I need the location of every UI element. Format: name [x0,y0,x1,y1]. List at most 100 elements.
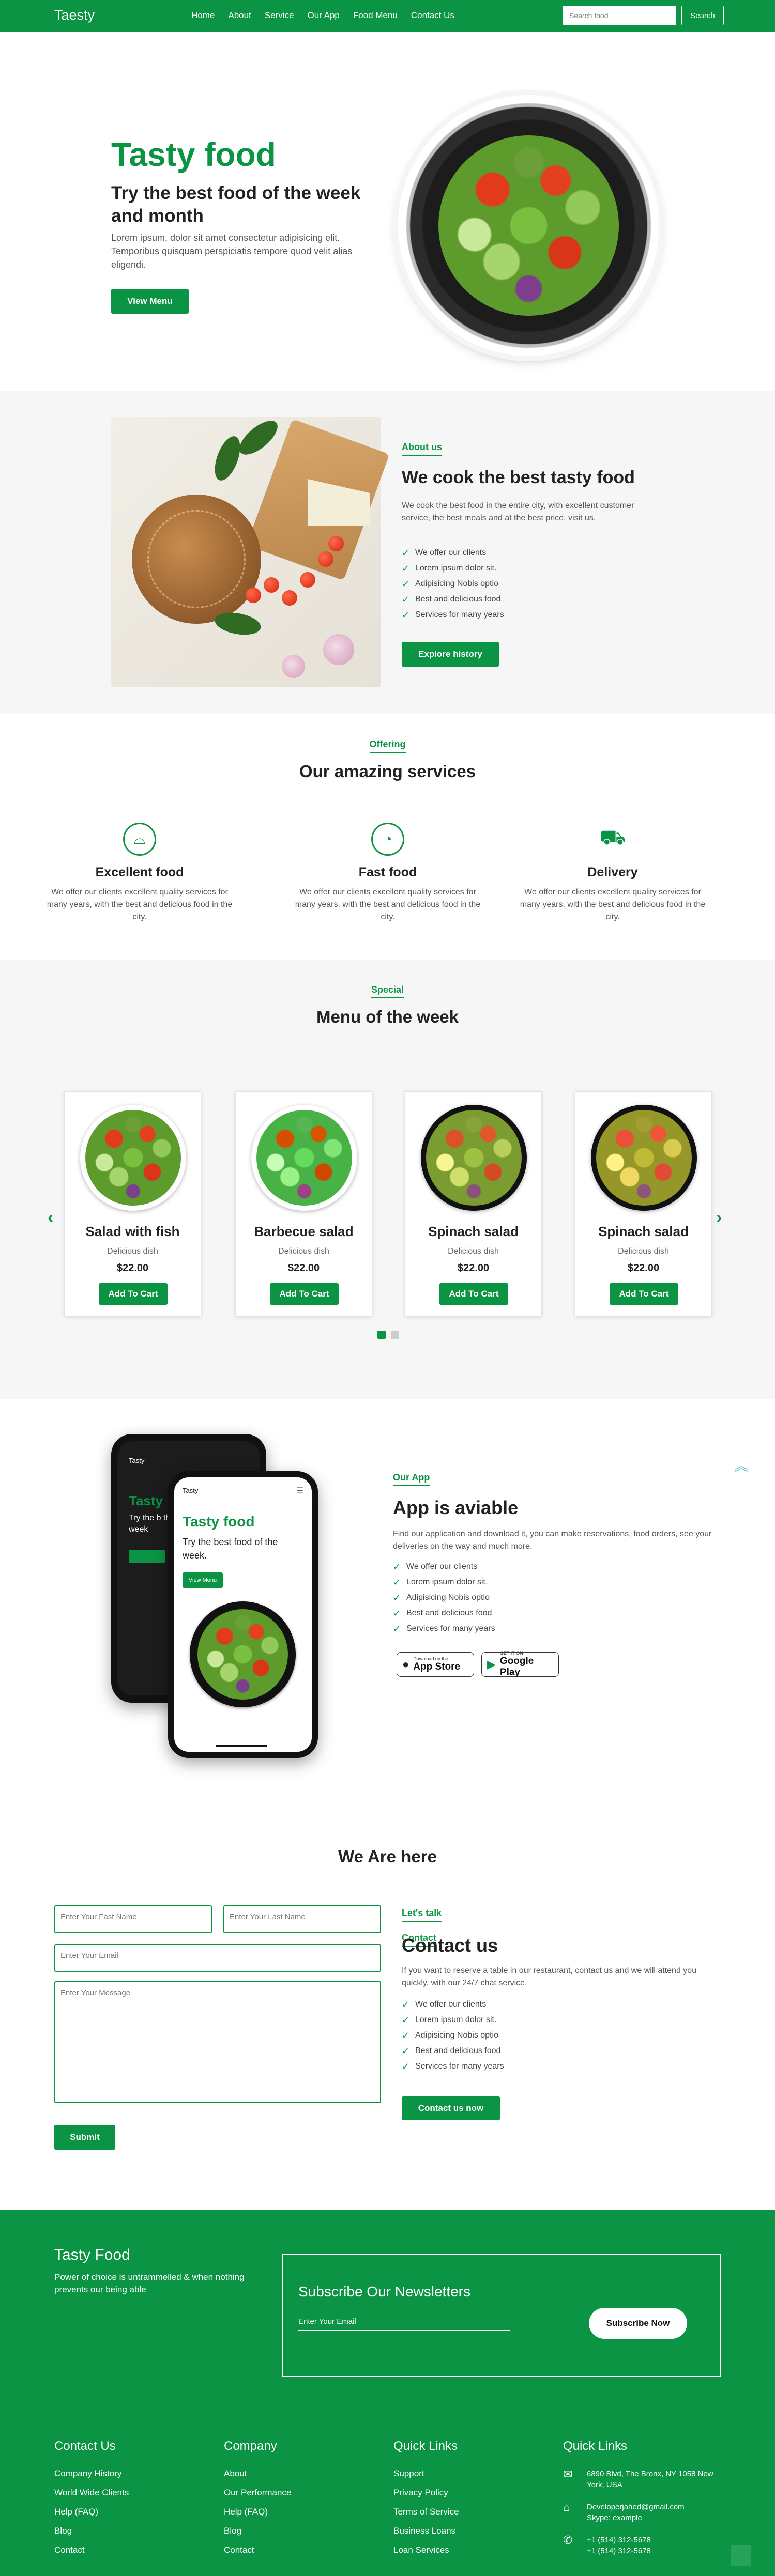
contact-section: Contact We Are here Enter Your Fast Name… [0,1799,775,2210]
scroll-top-button[interactable]: ⇧ [731,2545,751,2566]
app-title: App is aviable [393,1497,519,1518]
footer-col-title: Contact Us [54,2439,199,2459]
contact-side-text: If you want to reserve a table in our re… [402,1966,697,1987]
email-field[interactable]: Enter Your Email [54,1944,381,1972]
dish-name: Salad with fish [85,1224,180,1239]
list-item: ✓ Adipisicing Nobis optio [402,578,498,589]
footer-tagline: Power of choice is untrammelled & when n… [54,2272,245,2294]
footer-link[interactable]: Company History [54,2469,199,2488]
menu-card: Salad with fish Delicious dish $22.00 Ad… [64,1091,201,1316]
dish-price: $22.00 [457,1262,490,1274]
nav-link-home[interactable]: Home [191,10,215,21]
first-name-field[interactable]: Enter Your Fast Name [54,1905,212,1933]
check-icon: ✓ [402,547,410,558]
nav-link-our-app[interactable]: Our App [307,10,339,21]
list-item: ✓ Best and delicious food [402,594,501,605]
nav-links: Home About Service Our App Food Menu Con… [191,10,454,21]
nav-link-service[interactable]: Service [265,10,294,21]
nav-link-about[interactable]: About [228,10,251,21]
dish-subtitle: Delicious dish [278,1247,329,1256]
carousel-prev-arrow[interactable]: ‹ [48,1208,53,1228]
contact-side-tag: Let's talk [402,1908,442,1922]
dish-price: $22.00 [116,1262,149,1274]
list-item: ✓ Adipisicing Nobis optio [393,1592,490,1603]
explore-history-button[interactable]: Explore history [402,642,499,667]
footer-col-title: Quick Links [563,2439,708,2459]
footer-col-quick-links: Quick Links Support Privacy Policy Terms… [393,2439,538,2564]
footer-link[interactable]: Support [393,2469,538,2488]
app-text: Find our application and download it, yo… [393,1530,712,1551]
footer-link[interactable]: Help (FAQ) [224,2507,369,2526]
hero-text: Lorem ipsum, dolor sit amet consectetur … [111,233,353,270]
phone-title: Tasty food [183,1514,255,1530]
list-item: ✓ We offer our clients [402,547,487,558]
menu-title: Menu of the week [316,1007,459,1026]
brand-logo[interactable]: Taesty [54,7,95,23]
service-card: ⌓ Excellent food We offer our clients ex… [47,823,233,923]
list-item: ✓ Services for many years [402,2061,504,2072]
dish-price: $22.00 [287,1262,320,1274]
phone-button: View Menu [183,1572,223,1588]
add-to-cart-button[interactable]: Add To Cart [99,1283,168,1305]
add-to-cart-button[interactable]: Add To Cart [610,1283,678,1305]
check-icon: ✓ [402,594,410,605]
footer-link[interactable]: World Wide Clients [54,2488,199,2507]
hero-section: Tasty food Try the best food of the week… [0,32,775,391]
list-item: ✓ Best and delicious food [402,2045,501,2056]
carousel-next-arrow[interactable]: › [716,1208,722,1228]
service-text: We offer our clients excellent quality s… [295,888,481,921]
dish-name: Barbecue salad [254,1224,354,1239]
footer-link[interactable]: Terms of Service [393,2507,538,2526]
phone-icon: ✆ [563,2534,573,2547]
footer-link[interactable]: Blog [224,2526,369,2545]
carousel-dot-active[interactable] [377,1331,386,1339]
footer-link[interactable]: Contact [54,2545,199,2564]
submit-button[interactable]: Submit [54,2125,115,2150]
check-icon: ✓ [393,1608,401,1618]
list-item: ✓ Adipisicing Nobis optio [402,2030,498,2041]
footer-link[interactable]: Contact [224,2545,369,2564]
check-icon: ✓ [393,1592,401,1603]
scroll-top-icon[interactable]: ︽ [735,1456,748,1475]
carousel-dot[interactable] [391,1331,399,1339]
list-item: ✓ Lorem ipsum dolor sit. [402,563,497,574]
about-checklist: ✓ We offer our clients ✓ Lorem ipsum dolor… [402,545,504,623]
footer-link[interactable]: Help (FAQ) [54,2507,199,2526]
services-title: Our amazing services [299,762,476,781]
footer-link[interactable]: Loan Services [393,2545,538,2564]
services-section: Offering Our amazing services ⌓ Excellen… [0,714,775,960]
subscribe-button[interactable]: Subscribe Now [589,2308,687,2339]
newsletter-email-input[interactable]: Enter Your Email [298,2317,510,2331]
last-name-field[interactable]: Enter Your Last Name [223,1905,381,1933]
search-button[interactable]: Search [681,6,724,25]
service-text: We offer our clients excellent quality s… [520,888,706,921]
footer-link[interactable]: About [224,2469,369,2488]
footer-link[interactable]: Blog [54,2526,199,2545]
service-card: ⛟ Delivery We offer our clients excellen… [520,823,706,923]
app-checklist: ✓ We offer our clients ✓ Lorem ipsum dolor… [393,1559,495,1637]
google-play-badge[interactable]: ▶ GET IT ON Google Play [481,1651,559,1678]
app-store-badge[interactable]: ● Download on the App Store [397,1652,474,1677]
message-textarea[interactable]: Enter Your Message [54,1981,381,2103]
hero-subtitle: Try the best food of the week and month [111,183,361,226]
add-to-cart-button[interactable]: Add To Cart [439,1283,508,1305]
footer-link[interactable]: Business Loans [393,2526,538,2545]
about-section: About us We cook the best tasty food We … [0,391,775,714]
nav-link-contact[interactable]: Contact Us [411,10,454,21]
dish-subtitle: Delicious dish [618,1247,669,1256]
search-input[interactable]: Search food [563,6,676,25]
check-icon: ✓ [402,1999,410,2010]
nav-link-food-menu[interactable]: Food Menu [353,10,398,21]
carousel-pagination [377,1331,399,1339]
dish-image [80,1105,186,1211]
contact-checklist: ✓ We offer our clients ✓ Lorem ipsum dolor… [402,1997,504,2074]
footer-link[interactable]: Our Performance [224,2488,369,2507]
footer-link[interactable]: Privacy Policy [393,2488,538,2507]
dish-price: $22.00 [627,1262,660,1274]
contact-us-now-button[interactable]: Contact us now [402,2096,500,2120]
menu-card: Spinach salad Delicious dish $22.00 Add … [405,1091,542,1316]
top-navbar: Taesty Home About Service Our App Food M… [0,0,775,32]
footer-col-company: Company About Our Performance Help (FAQ)… [224,2439,369,2564]
view-menu-button[interactable]: View Menu [111,289,189,314]
add-to-cart-button[interactable]: Add To Cart [270,1283,339,1305]
